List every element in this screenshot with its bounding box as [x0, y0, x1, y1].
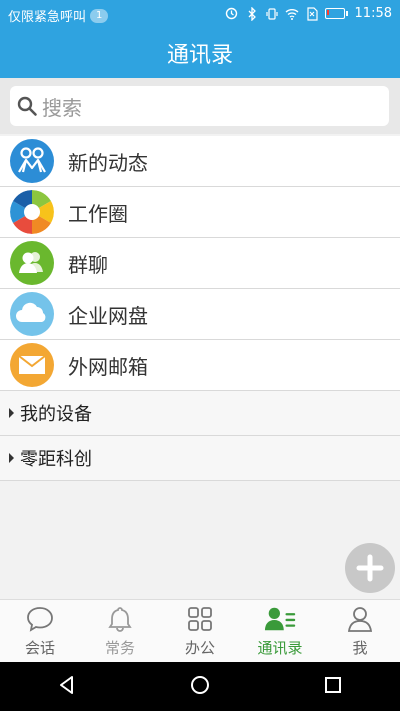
notification-badge: 1 — [90, 8, 109, 23]
cloud-icon — [10, 292, 54, 336]
grid-icon — [184, 604, 216, 634]
list-item-label: 群聊 — [68, 252, 108, 277]
list-item-enterprise-drive[interactable]: 企业网盘 — [0, 289, 400, 340]
recents-icon[interactable] — [322, 674, 344, 700]
list-item-label: 企业网盘 — [68, 303, 148, 328]
list-item-label: 工作圈 — [68, 201, 128, 226]
wifi-icon — [285, 7, 299, 21]
expand-arrow-icon — [9, 453, 14, 463]
list-item-label: 外网邮箱 — [68, 354, 148, 379]
tab-contacts[interactable]: 通讯录 — [240, 600, 320, 663]
battery-icon — [324, 8, 348, 19]
list-item-external-mail[interactable]: 外网邮箱 — [0, 340, 400, 391]
group-lingju-kechuang[interactable]: 零距科创 — [0, 436, 400, 481]
tab-chat[interactable]: 会话 — [0, 600, 80, 663]
expand-arrow-icon — [9, 408, 14, 418]
contacts-list: 新的动态 工作圈 群聊 企业网盘 外网邮箱 我的设备 零距科创 — [0, 136, 400, 481]
search-placeholder: 搜索 — [42, 95, 82, 120]
no-sim-icon — [305, 6, 319, 21]
alarm-icon — [225, 7, 239, 21]
contacts-icon — [264, 604, 296, 634]
search-area: 搜索 — [0, 78, 400, 134]
list-item-group-chat[interactable]: 群聊 — [0, 238, 400, 289]
group-icon — [10, 241, 54, 285]
tab-label: 我 — [352, 639, 368, 657]
back-icon[interactable] — [56, 674, 78, 700]
emergency-call-text: 仅限紧急呼叫 — [8, 10, 87, 25]
group-my-devices[interactable]: 我的设备 — [0, 391, 400, 436]
search-icon — [16, 95, 38, 117]
tab-label: 办公 — [184, 639, 215, 657]
tab-me[interactable]: 我 — [320, 600, 400, 663]
system-nav-bar — [0, 662, 400, 711]
tab-affairs[interactable]: 常务 — [80, 600, 160, 663]
bottom-tab-bar: 会话 常务 办公 通讯录 我 — [0, 599, 400, 663]
list-item-work-circle[interactable]: 工作圈 — [0, 187, 400, 238]
title-bar: 通讯录 — [0, 28, 400, 78]
plus-icon — [356, 554, 384, 582]
tab-label: 会话 — [24, 639, 55, 657]
tab-label: 常务 — [104, 639, 135, 657]
tab-label: 通讯录 — [257, 639, 303, 657]
bluetooth-icon — [245, 6, 259, 21]
add-button[interactable] — [345, 543, 395, 593]
page-title: 通讯录 — [166, 43, 233, 68]
list-item-label: 新的动态 — [68, 150, 148, 175]
group-label: 零距科创 — [20, 449, 92, 470]
group-label: 我的设备 — [20, 404, 92, 425]
tab-office[interactable]: 办公 — [160, 600, 240, 663]
mail-icon — [10, 343, 54, 387]
list-item-new-activity[interactable]: 新的动态 — [0, 136, 400, 187]
status-bar: 仅限紧急呼叫 1 11:58 — [0, 0, 400, 28]
people-icon — [10, 139, 54, 183]
search-input[interactable]: 搜索 — [10, 86, 389, 126]
person-icon — [344, 604, 376, 634]
home-icon[interactable] — [189, 674, 211, 700]
aperture-icon — [10, 190, 54, 234]
bell-icon — [104, 604, 136, 634]
vibrate-icon — [265, 7, 279, 21]
clock: 11:58 — [354, 6, 392, 21]
chat-icon — [24, 604, 56, 634]
